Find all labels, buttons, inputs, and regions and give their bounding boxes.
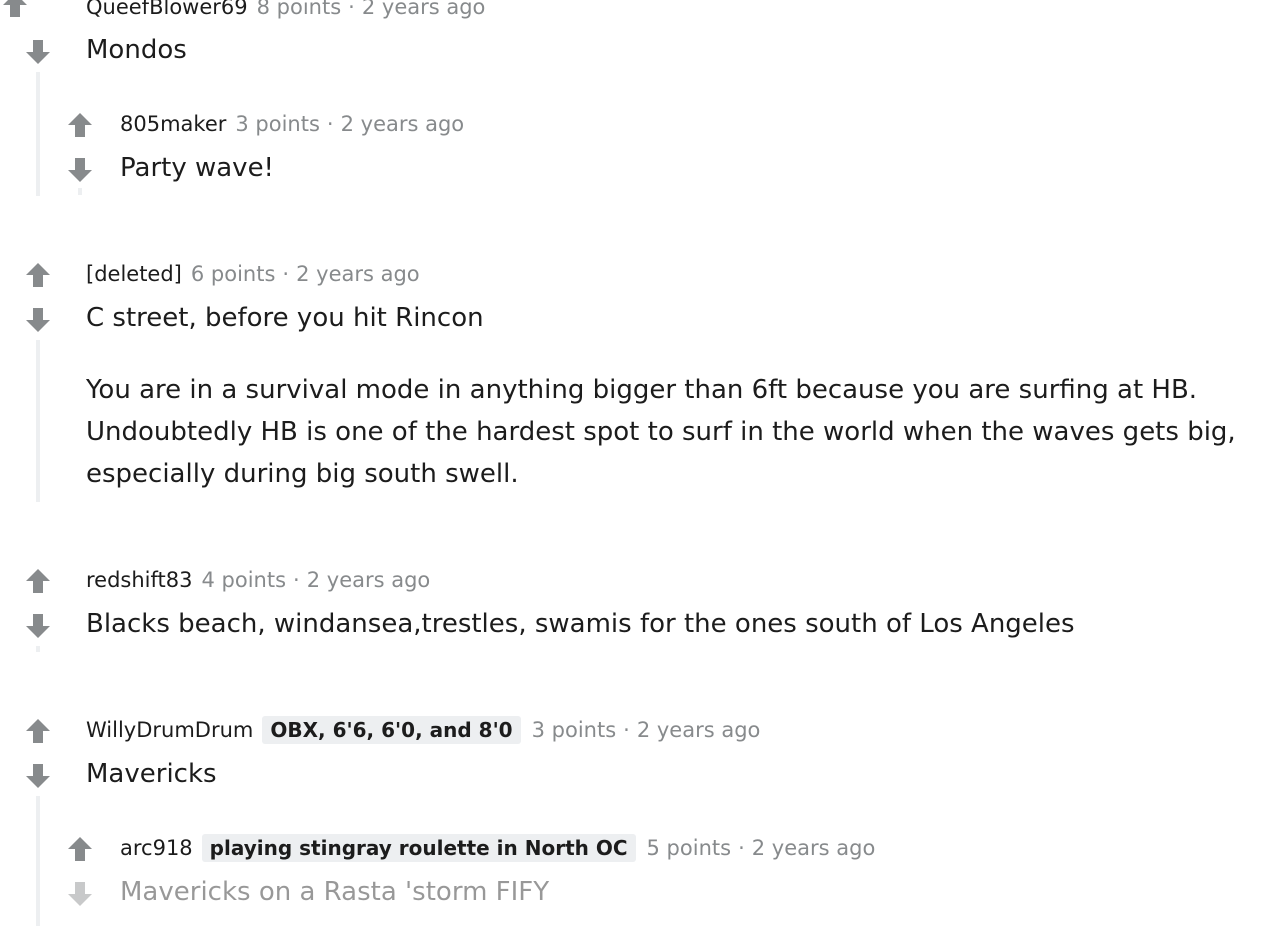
comment-paragraph: C street, before you hit Rincon [86,303,484,333]
thread-collapse-line[interactable] [36,646,40,652]
comment-body: Party wave! [120,153,274,183]
comment-time[interactable]: 2 years ago [341,110,465,138]
comment-time[interactable]: 2 years ago [296,260,420,288]
thread-collapse-line[interactable] [36,340,40,502]
comment-time[interactable]: 2 years ago [362,0,486,21]
comment-author[interactable]: WillyDrumDrum [86,716,253,744]
comment-body: C street, before you hit Rincon You are … [86,297,1236,495]
comment-points: 4 points [201,568,287,592]
comment-body: Blacks beach, windansea,trestles, swamis… [86,609,1075,639]
downvote-arrow-icon [26,764,50,788]
comment-time[interactable]: 2 years ago [307,566,431,594]
comment-points: 8 points [256,0,342,19]
upvote-button[interactable] [0,0,30,20]
meta-separator: · [326,112,334,136]
comment-points: 3 points [531,718,617,742]
meta-separator: · [348,0,355,19]
downvote-button[interactable] [23,761,53,791]
upvote-arrow-icon [68,113,92,137]
comment-author[interactable]: arc918 [120,834,193,862]
comment-body: Mavericks on a Rasta 'storm FIFY [120,877,550,907]
thread-collapse-line[interactable] [78,188,82,195]
comment-meta: WillyDrumDrum OBX, 6'6, 6'0, and 8'0 3 p… [86,716,760,744]
comment-author[interactable]: [deleted] [86,260,182,288]
comment-author[interactable]: redshift83 [86,566,193,594]
meta-separator: · [738,836,745,860]
downvote-button[interactable] [65,155,95,185]
thread-collapse-line[interactable] [36,72,40,196]
downvote-button[interactable] [23,305,53,335]
comment-author[interactable]: QueefBlower69 [86,0,248,21]
comment-author[interactable]: 805maker [120,110,226,138]
comment-time[interactable]: 2 years ago [752,834,876,862]
comment-paragraph: You are in a survival mode in anything b… [86,375,1236,489]
upvote-button[interactable] [23,260,53,290]
meta-separator: · [282,262,290,286]
upvote-arrow-icon [26,569,50,593]
comment-body: Mavericks [86,759,217,789]
meta-separator: · [293,568,300,592]
comment-points: 3 points [235,112,320,136]
downvote-button[interactable] [23,37,53,67]
comment-meta: [deleted] 6 points · 2 years ago [86,260,420,288]
upvote-arrow-icon [68,837,92,861]
upvote-button[interactable] [23,566,53,596]
comment-meta: QueefBlower69 8 points · 2 years ago [86,0,485,21]
downvote-button[interactable] [65,879,95,909]
comment-meta: 805maker 3 points · 2 years ago [120,110,464,138]
comment-time[interactable]: 2 years ago [637,716,761,744]
downvote-arrow-icon [26,308,50,332]
meta-separator: · [623,718,630,742]
comment-points: 5 points [646,836,732,860]
upvote-arrow-icon [26,263,50,287]
upvote-arrow-icon [3,0,27,17]
downvote-arrow-icon [26,614,50,638]
downvote-arrow-icon [26,40,50,64]
upvote-button[interactable] [23,716,53,746]
comment-meta: arc918 playing stingray roulette in Nort… [120,834,875,862]
downvote-button[interactable] [23,611,53,641]
downvote-arrow-icon [68,882,92,906]
thread-collapse-line[interactable] [36,796,40,926]
comment-meta: redshift83 4 points · 2 years ago [86,566,430,594]
downvote-arrow-icon [68,158,92,182]
user-flair: playing stingray roulette in North OC [201,834,636,862]
upvote-button[interactable] [65,834,95,864]
comment-body: Mondos [86,35,187,65]
upvote-arrow-icon [26,719,50,743]
user-flair: OBX, 6'6, 6'0, and 8'0 [262,716,521,744]
upvote-button[interactable] [65,110,95,140]
comment-points: 6 points [190,262,276,286]
